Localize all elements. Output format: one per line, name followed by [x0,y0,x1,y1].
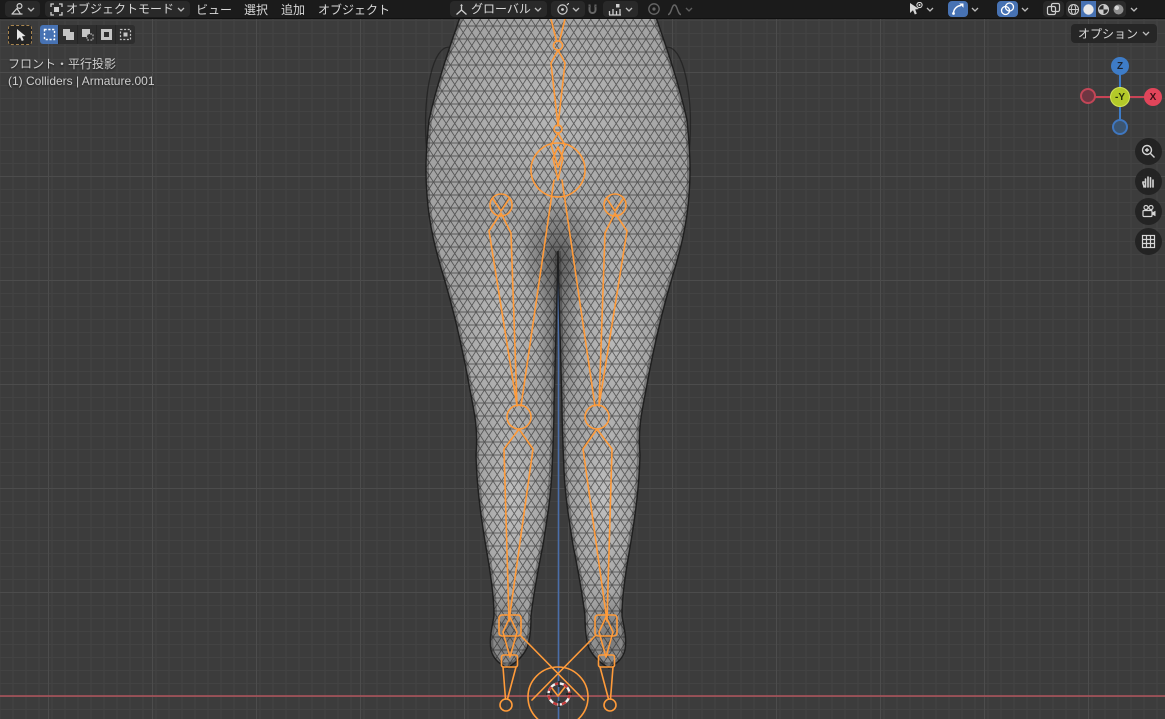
gizmo-z-ball[interactable]: Z [1111,57,1129,75]
zoom-button[interactable] [1135,138,1162,165]
hand-icon [1141,174,1156,189]
chevron-down-icon [685,7,693,12]
shading-solid-button[interactable] [1081,1,1096,17]
menu-view[interactable]: ビュー [192,0,236,18]
gizmo-dropdown[interactable] [969,1,981,17]
xray-icon [1046,2,1061,16]
editor-type-button[interactable] [5,1,40,17]
select-subtract-icon [81,28,94,41]
camera-view-button[interactable] [1135,198,1162,225]
select-mode-group [40,25,135,44]
pivot-point-dropdown[interactable] [551,1,585,17]
select-subtract-button[interactable] [78,25,97,44]
gizmo-neg-z-ball[interactable] [1112,119,1128,135]
chevron-down-icon [177,7,185,12]
active-object-label: (1) Colliders | Armature.001 [8,74,155,88]
mode-dropdown[interactable]: オブジェクトモード [45,1,190,17]
overlays-icon [1000,2,1015,16]
proportional-circle-icon [647,2,661,16]
chevron-down-icon [625,7,633,12]
gizmo-neg-x-ball[interactable] [1080,88,1096,104]
zoom-icon [1141,144,1156,159]
select-set-icon [43,28,56,41]
editor-3d-viewport-icon [10,2,24,16]
object-mode-icon [50,3,63,16]
show-overlays-toggle[interactable] [997,1,1018,17]
select-invert-icon [100,28,113,41]
viewport-header: オブジェクトモード ビュー 選択 追加 オブジェクト グローバル [0,0,1165,19]
wireframe-sphere-icon [1067,3,1080,16]
orientation-axes-icon [455,3,468,16]
menu-add[interactable]: 追加 [277,0,309,18]
chevron-down-icon [27,7,35,12]
overlays-dropdown[interactable] [1019,1,1031,17]
transform-orientation-dropdown[interactable]: グローバル [450,1,547,17]
proportional-falloff-dropdown[interactable] [665,1,695,17]
snap-target-dropdown[interactable] [603,1,638,17]
gizmo-neg-y-ball[interactable]: -Y [1110,87,1130,107]
solid-sphere-icon [1082,3,1095,16]
object-visibility-dropdown[interactable] [906,1,936,17]
options-label: オプション [1078,25,1138,42]
select-extend-button[interactable] [59,25,78,44]
gizmo-z-label: Z [1117,61,1123,72]
options-dropdown[interactable]: オプション [1071,24,1157,43]
magnet-icon [586,3,599,16]
select-intersect-button[interactable] [116,25,135,44]
chevron-down-icon [534,7,542,12]
chevron-down-icon [1130,7,1138,12]
chevron-down-icon [971,7,979,12]
blender-window: フロント・平行投影 (1) Colliders | Armature.001 オ… [0,0,1165,719]
chevron-down-icon [926,7,934,12]
proportional-editing-button[interactable] [645,1,663,17]
gizmo-x-label: X [1150,92,1157,103]
snap-toggle-button[interactable] [584,1,601,17]
chevron-down-icon [572,7,580,12]
body-mesh[interactable] [418,0,708,684]
ortho-toggle-button[interactable] [1135,228,1162,255]
chevron-down-icon [1142,31,1150,36]
chevron-down-icon [1021,7,1029,12]
rendered-sphere-icon [1112,3,1125,16]
select-invert-button[interactable] [97,25,116,44]
grid-icon [1141,234,1156,249]
shading-rendered-button[interactable] [1111,1,1126,17]
show-gizmo-toggle[interactable] [948,1,968,17]
gizmo-x-ball[interactable]: X [1144,88,1162,106]
pan-button[interactable] [1135,168,1162,195]
pointer-eye-icon [908,2,923,16]
select-set-button[interactable] [40,25,59,44]
active-tool-button[interactable] [8,25,32,45]
gizmo-neg-y-label: -Y [1115,92,1125,103]
menu-select[interactable]: 選択 [240,0,272,18]
gizmo-arrow-icon [951,2,965,16]
select-intersect-icon [119,28,132,41]
falloff-curve-icon [667,3,682,16]
pivot-point-icon [556,3,569,16]
orientation-label: グローバル [471,1,531,17]
menu-object[interactable]: オブジェクト [314,0,394,18]
view-name-label: フロント・平行投影 [8,55,116,72]
shading-material-button[interactable] [1096,1,1111,17]
shading-dropdown[interactable] [1128,1,1140,17]
shading-wireframe-button[interactable] [1066,1,1081,17]
select-extend-icon [62,28,75,41]
snap-increment-icon [608,3,622,16]
camera-icon [1141,204,1157,219]
material-sphere-icon [1097,3,1110,16]
xray-toggle[interactable] [1043,1,1064,17]
viewport-canvas [0,0,1165,719]
shading-mode-group [1066,1,1126,17]
navigation-gizmo[interactable]: Z X -Y [1083,57,1161,137]
mode-dropdown-label: オブジェクトモード [66,1,174,17]
select-cursor-icon [13,28,27,42]
